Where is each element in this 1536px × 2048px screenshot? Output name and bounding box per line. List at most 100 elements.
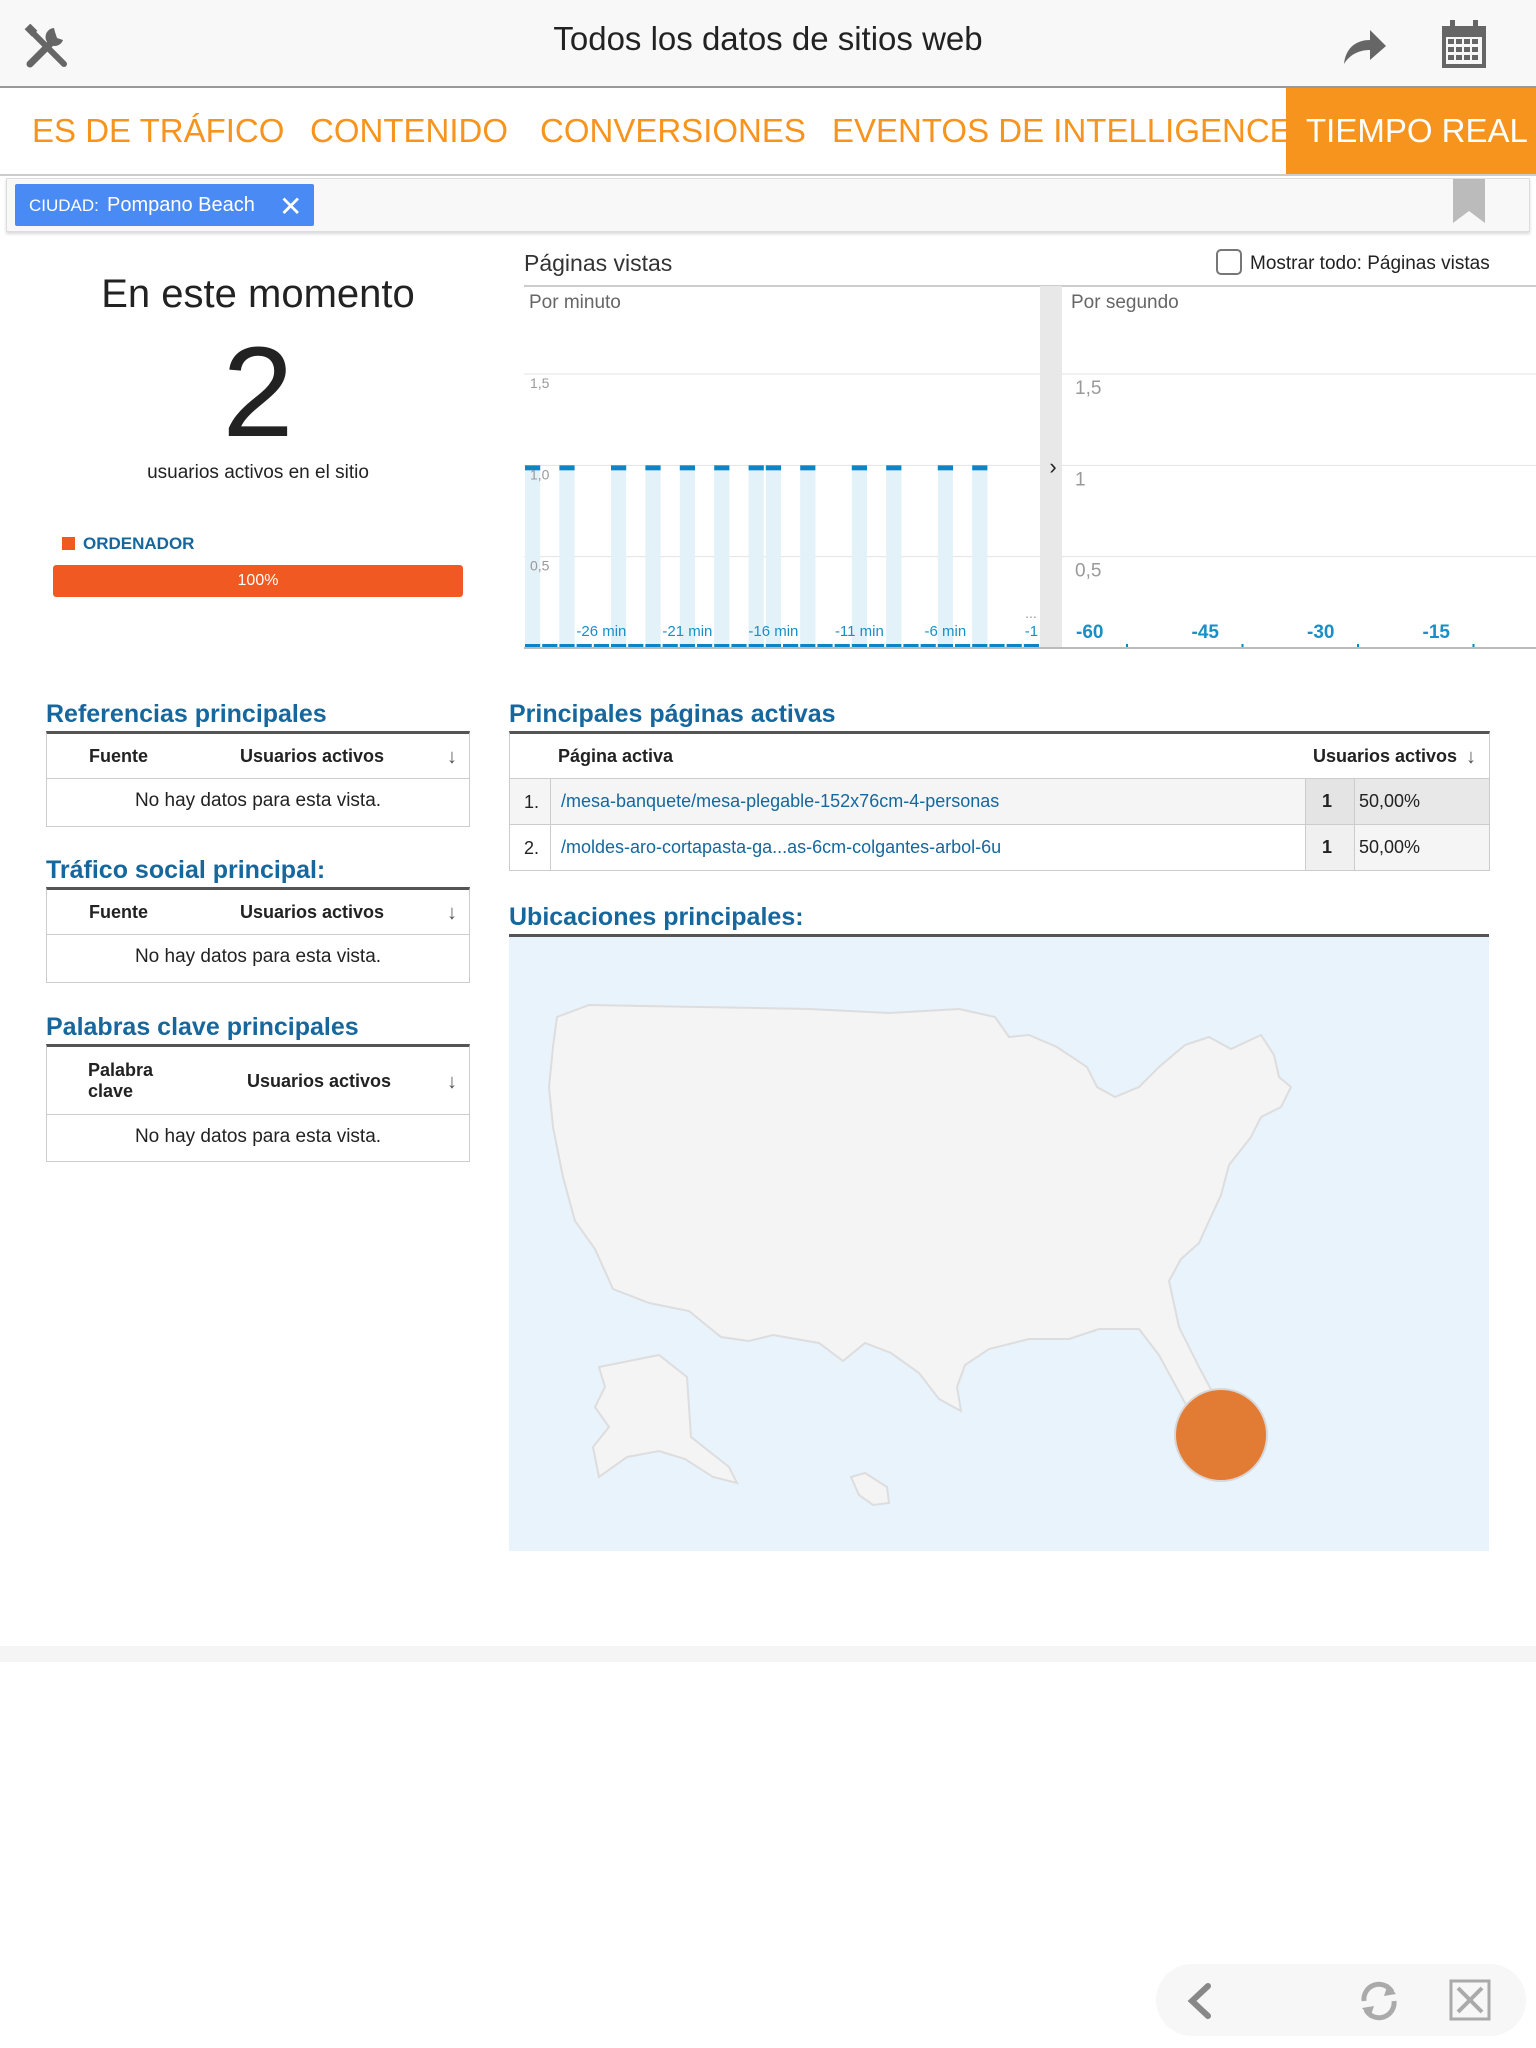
remove-filter-icon[interactable]: ✕	[279, 190, 302, 223]
x-tick-ellipsis: ...	[1025, 605, 1037, 621]
calendar-icon[interactable]	[1440, 20, 1488, 70]
device-legend-swatch	[62, 537, 75, 550]
col-active-users[interactable]: Usuarios activos	[240, 746, 384, 767]
social-table: Fuente Usuarios activos ↓ No hay datos p…	[46, 887, 470, 983]
bar-fill	[714, 465, 730, 648]
bar-fill	[765, 465, 781, 648]
bar	[765, 465, 781, 471]
refresh-icon[interactable]	[1356, 1978, 1402, 2024]
col-active-users[interactable]: Usuarios activos	[1313, 746, 1457, 767]
back-chevron-icon[interactable]	[1182, 1982, 1218, 2020]
active-users-caption: usuarios activos en el sitio	[147, 462, 369, 483]
filter-value: Pompano Beach	[107, 194, 255, 216]
col-active-users[interactable]: Usuarios activos	[247, 1071, 391, 1092]
x-tick-label: -6 min	[925, 623, 967, 640]
col-active-page[interactable]: Página activa	[558, 746, 673, 767]
locations-map[interactable]	[509, 937, 1489, 1551]
device-percent: 100%	[237, 572, 279, 589]
bar-fill	[800, 465, 816, 648]
tab-real-time[interactable]: TIEMPO REAL	[1286, 88, 1536, 174]
share-arrow-icon[interactable]	[1340, 28, 1388, 66]
pageviews-chart: › 1,5 1,0 0,5 -26 min -21 min -16 min -11 min -…	[524, 285, 1536, 649]
sort-down-icon[interactable]: ↓	[1466, 746, 1476, 769]
tab-content[interactable]: CONTENIDO	[310, 88, 508, 174]
locations-title: Ubicaciones principales:	[509, 903, 804, 931]
bar	[851, 465, 867, 471]
divider	[47, 778, 469, 779]
filter-chip[interactable]: CIUDAD: Pompano Beach ✕	[15, 184, 314, 226]
y-tick-label: 1,5	[530, 375, 550, 391]
sort-down-icon[interactable]: ↓	[447, 1071, 457, 1094]
row-percent: 50,00%	[1359, 791, 1421, 811]
device-bar-track: 100%	[53, 565, 463, 597]
tab-intelligence-events[interactable]: EVENTOS DE INTELLIGENCE	[832, 88, 1292, 174]
x-tick-label: -45	[1192, 622, 1220, 643]
bar	[937, 465, 953, 471]
bar-fill	[611, 465, 627, 648]
tab-conversions[interactable]: CONVERSIONES	[540, 88, 806, 174]
bookmark-icon[interactable]	[1451, 179, 1487, 225]
bar-fill	[851, 465, 867, 648]
table-row: 1. /mesa-banquete/mesa-plegable-152x76cm…	[510, 779, 1489, 824]
bar-fill	[886, 465, 902, 648]
bar	[714, 465, 730, 471]
bottom-toolbar	[1156, 1964, 1526, 2036]
referrals-table: Fuente Usuarios activos ↓ No hay datos p…	[46, 731, 470, 827]
col-keyword-line1: Palabra	[88, 1060, 154, 1080]
sort-down-icon[interactable]: ↓	[447, 746, 457, 769]
x-tick-label: -30	[1307, 622, 1334, 643]
expand-chart-icon: ›	[1049, 454, 1056, 479]
per-second-label: Por segundo	[1071, 292, 1179, 313]
location-marker-pompano-beach[interactable]	[1174, 1388, 1268, 1482]
row-users: 1	[1322, 791, 1333, 811]
bar-fill	[559, 465, 575, 648]
bar-fill	[748, 465, 764, 648]
bar	[559, 465, 575, 471]
bar-fill	[645, 465, 661, 648]
col-active-users[interactable]: Usuarios activos	[240, 902, 384, 923]
bar-fill	[679, 465, 695, 648]
x-tick-label: -26 min	[576, 623, 626, 640]
show-all-label: Mostrar todo: Páginas vistas	[1250, 253, 1490, 274]
bar	[748, 465, 764, 471]
active-page-link[interactable]: /mesa-banquete/mesa-plegable-152x76cm-4-…	[561, 791, 999, 812]
keywords-table: Palabra clave Usuarios activos ↓ No hay d…	[46, 1044, 470, 1162]
active-page-link[interactable]: /moldes-aro-cortapasta-ga...as-6cm-colga…	[561, 837, 1001, 858]
fullscreen-icon[interactable]	[1448, 1978, 1492, 2022]
bar	[611, 465, 627, 471]
referrals-empty: No hay datos para esta vista.	[134, 790, 382, 811]
bar-fill	[937, 465, 953, 648]
bar	[972, 465, 988, 471]
y-tick-label: 1,0	[530, 466, 550, 482]
x-tick-label: -21 min	[662, 623, 712, 640]
row-percent: 50,00%	[1359, 837, 1421, 857]
row-number: 2.	[524, 838, 540, 858]
bar	[645, 465, 661, 471]
col-source[interactable]: Fuente	[89, 902, 148, 923]
bar-fill	[525, 465, 541, 648]
col-keyword-line2: clave	[88, 1081, 134, 1101]
x-tick-label: -15	[1423, 622, 1451, 643]
page-title: Todos los datos de sitios web	[553, 20, 983, 57]
x-tick-label: -1	[1025, 623, 1038, 640]
filter-key: CIUDAD:	[29, 196, 99, 215]
pageviews-title: Páginas vistas	[524, 250, 673, 276]
active-users-count: 2	[222, 321, 294, 464]
show-all-checkbox[interactable]	[1216, 249, 1242, 275]
col-source[interactable]: Fuente	[89, 746, 148, 767]
footer-band	[0, 1646, 1536, 1662]
keywords-title: Palabras clave principales	[46, 1013, 359, 1041]
x-tick-label: -60	[1076, 622, 1103, 643]
x-tick-label: -11 min	[835, 623, 884, 640]
divider	[47, 1114, 469, 1115]
row-number: 1.	[524, 792, 540, 812]
divider	[47, 934, 469, 935]
row-users: 1	[1322, 837, 1333, 857]
tab-traffic-sources[interactable]: ES DE TRÁFICO	[32, 88, 284, 174]
y-tick-label: 1	[1075, 469, 1086, 490]
device-legend-label: ORDENADOR	[83, 534, 195, 553]
report-tabs: ES DE TRÁFICO CONTENIDO CONVERSIONES EVE…	[0, 88, 1536, 176]
active-pages-title: Principales páginas activas	[509, 700, 836, 728]
sort-down-icon[interactable]: ↓	[447, 902, 457, 925]
col-keyword[interactable]: Palabra clave	[88, 1060, 153, 1102]
